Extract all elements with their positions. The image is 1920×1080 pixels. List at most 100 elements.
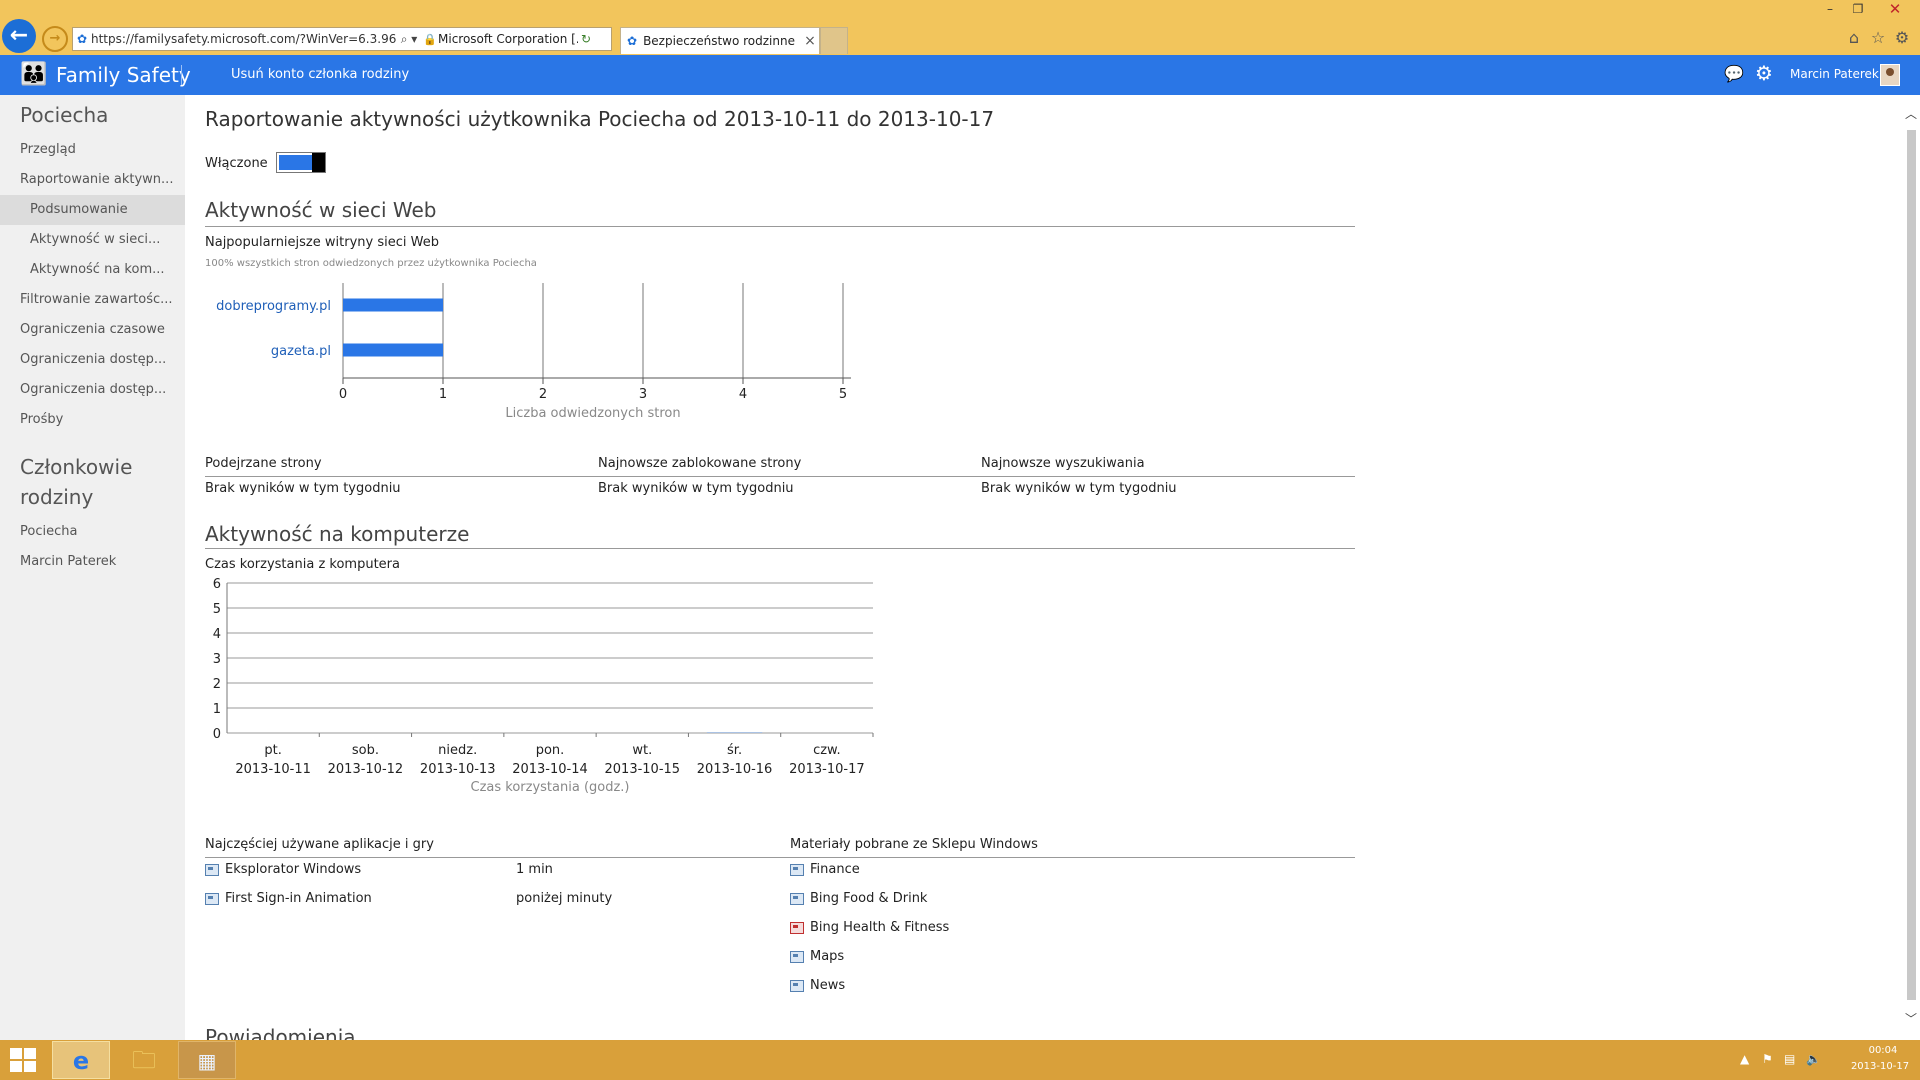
store-item[interactable]: Bing Health & Fitness <box>790 920 949 935</box>
site-favicon-icon: ✿ <box>76 32 88 46</box>
remove-member-link[interactable]: Usuń konto członka rodziny <box>231 67 409 82</box>
day-label: śr. <box>727 743 742 758</box>
internet-explorer-icon[interactable]: e <box>52 1041 110 1079</box>
brand-title[interactable]: Family Safety <box>56 63 191 87</box>
home-icon[interactable]: ⌂ <box>1842 28 1866 47</box>
sidebar-item-pc-activity[interactable]: Aktywność na kom... <box>0 255 185 285</box>
user-name[interactable]: Marcin Paterek <box>1790 67 1879 81</box>
sidebar-item-requests[interactable]: Prośby <box>0 405 185 435</box>
toggle-fill <box>279 155 313 170</box>
app-row[interactable]: First Sign-in Animation <box>205 891 372 906</box>
apps-divider <box>205 857 1355 858</box>
search-icon[interactable]: ⌕ ▾ <box>396 32 422 47</box>
x-tick-label: 5 <box>839 387 847 402</box>
blocked-sites-value: Brak wyników w tym tygodniu <box>598 481 794 496</box>
sidebar-member-pociecha[interactable]: Pociecha <box>0 517 185 547</box>
store-item[interactable]: Bing Food & Drink <box>790 891 927 906</box>
day-label: pt. <box>264 743 281 758</box>
maps-icon <box>790 950 804 963</box>
y-tick-label: 6 <box>213 577 221 592</box>
y-tick-label: 0 <box>213 727 221 742</box>
bar <box>706 732 763 733</box>
popular-sites-title: Najpopularniejsze witryny sieci Web <box>205 235 439 250</box>
tools-gear-icon[interactable]: ⚙ <box>1890 28 1914 47</box>
sidebar-item-content-filtering[interactable]: Filtrowanie zawartośc... <box>0 285 185 315</box>
network-icon[interactable]: ▤ <box>1784 1052 1795 1066</box>
clock-time[interactable]: 00:04 <box>1858 1045 1908 1056</box>
searches-value: Brak wyników w tym tygodniu <box>981 481 1177 496</box>
suspicious-sites-header: Podejrzane strony <box>205 456 322 471</box>
date-label: 2013-10-17 <box>789 762 865 777</box>
bar <box>343 298 443 312</box>
x-tick-label: 1 <box>439 387 447 402</box>
restore-icon[interactable]: ❐ <box>1844 0 1872 18</box>
toggle-knob[interactable] <box>312 153 325 172</box>
date-label: 2013-10-15 <box>605 762 681 777</box>
y-tick-label: 2 <box>213 677 221 692</box>
sidebar-item-app-restrictions[interactable]: Ograniczenia dostęp... <box>0 345 185 375</box>
close-window-icon[interactable]: ✕ <box>1872 0 1918 18</box>
volume-icon[interactable]: 🔈 <box>1806 1052 1821 1066</box>
page-scrollbar[interactable]: ︿ ﹀ <box>1902 105 1920 1030</box>
store-item[interactable]: Maps <box>790 949 844 964</box>
refresh-icon[interactable]: ↻ <box>578 32 594 46</box>
minimize-icon[interactable]: – <box>1816 0 1844 18</box>
scroll-thumb[interactable] <box>1907 130 1916 1000</box>
file-explorer-icon[interactable]: 🗀 <box>115 1041 173 1079</box>
popular-sites-caption: 100% wszystkich stron odwiedzonych przez… <box>205 258 537 269</box>
browser-chrome: ← → ✿ https://familysafety.microsoft.com… <box>0 0 1920 55</box>
tab-title: Bezpieczeństwo rodzinne <box>643 34 795 48</box>
sidebar-item-web-activity[interactable]: Aktywność w sieci... <box>0 225 185 255</box>
sidebar-item-time-limits[interactable]: Ograniczenia czasowe <box>0 315 185 345</box>
url-text[interactable]: https://familysafety.microsoft.com/?WinV… <box>91 32 396 46</box>
address-bar[interactable]: ✿ https://familysafety.microsoft.com/?Wi… <box>72 27 612 51</box>
app-row[interactable]: Eksplorator Windows <box>205 862 361 877</box>
x-axis-title: Czas korzystania (godz.) <box>471 780 630 795</box>
sidebar-item-game-restrictions[interactable]: Ograniczenia dostęp... <box>0 375 185 405</box>
browser-tab[interactable]: ✿ Bezpieczeństwo rodzinne × <box>620 27 820 54</box>
scroll-down-icon[interactable]: ﹀ <box>1905 1010 1917 1027</box>
feedback-icon[interactable]: 💬 <box>1724 64 1744 83</box>
close-tab-icon[interactable]: × <box>801 33 819 49</box>
app-time: 1 min <box>516 862 553 877</box>
forward-icon[interactable]: → <box>42 26 68 52</box>
certificate-label[interactable]: Microsoft Corporation [... <box>438 32 578 46</box>
sidebar-item-summary[interactable]: Podsumowanie <box>0 195 185 225</box>
favorites-star-icon[interactable]: ☆ <box>1866 28 1890 47</box>
tray-expand-icon[interactable]: ▲ <box>1740 1052 1749 1066</box>
clock-date[interactable]: 2013-10-17 <box>1845 1061 1915 1072</box>
app-name: Eksplorator Windows <box>225 862 362 877</box>
store-item[interactable]: News <box>790 978 845 993</box>
scroll-up-icon[interactable]: ︿ <box>1905 105 1917 122</box>
sidebar-item-activity-reporting[interactable]: Raportowanie aktywn... <box>0 165 185 195</box>
sidebar-member-marcin[interactable]: Marcin Paterek <box>0 547 185 577</box>
settings-gear-icon[interactable]: ⚙ <box>1755 61 1773 85</box>
x-tick-label: 3 <box>639 387 647 402</box>
avatar[interactable] <box>1880 64 1900 86</box>
web-columns-divider <box>205 476 1355 477</box>
app-header: 👪 Family Safety Usuń konto członka rodzi… <box>0 55 1920 95</box>
store-item-name: News <box>810 978 846 993</box>
control-panel-icon[interactable]: ▦ <box>178 1041 236 1079</box>
date-label: 2013-10-12 <box>328 762 404 777</box>
x-tick-label: 2 <box>539 387 547 402</box>
reporting-toggle[interactable] <box>276 152 326 173</box>
food-icon <box>790 892 804 905</box>
action-center-flag-icon[interactable]: ⚑ <box>1762 1052 1773 1066</box>
date-label: 2013-10-16 <box>697 762 773 777</box>
sidebar-item-overview[interactable]: Przegląd <box>0 135 185 165</box>
family-logo-icon: 👪 <box>20 62 48 87</box>
x-axis-title: Liczba odwiedzonych stron <box>505 406 680 421</box>
store-header: Materiały pobrane ze Sklepu Windows <box>790 837 1038 852</box>
pc-activity-title: Aktywność na komputerze <box>205 522 470 546</box>
searches-header: Najnowsze wyszukiwania <box>981 456 1145 471</box>
back-icon[interactable]: ← <box>2 19 36 53</box>
lock-icon[interactable]: 🔒 <box>422 33 438 46</box>
new-tab-button[interactable] <box>820 27 848 54</box>
start-windows-icon[interactable] <box>10 1048 38 1074</box>
app-name: First Sign-in Animation <box>225 891 372 906</box>
store-item[interactable]: Finance <box>790 862 860 877</box>
blocked-sites-header: Najnowsze zablokowane strony <box>598 456 802 471</box>
category-label: dobreprogramy.pl <box>216 299 331 314</box>
x-tick-label: 4 <box>739 387 747 402</box>
